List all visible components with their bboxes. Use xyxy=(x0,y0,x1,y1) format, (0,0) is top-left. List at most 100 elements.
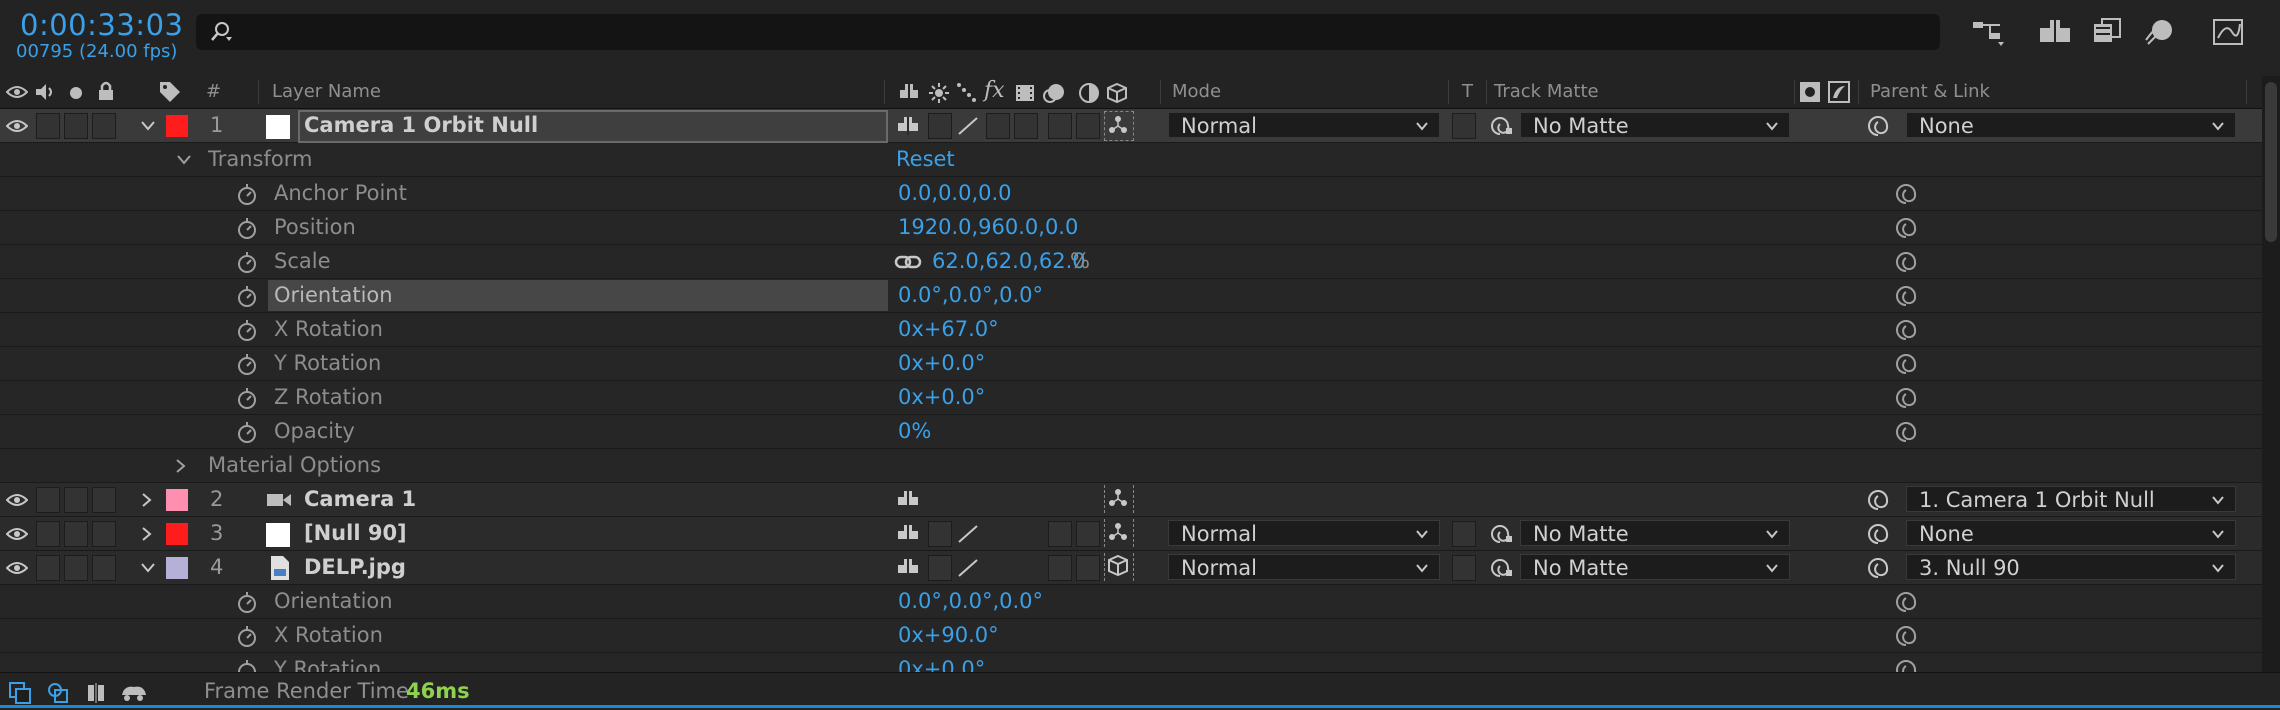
visibility-eye-icon[interactable] xyxy=(6,524,28,544)
property-value[interactable]: 1920.0,960.0,0.0 xyxy=(898,211,1078,244)
quality-switch-icon[interactable] xyxy=(956,523,980,545)
video-switch-header-icon[interactable] xyxy=(6,82,28,102)
property-row-x-rotation[interactable]: X Rotation 0x+67.0° xyxy=(0,313,2280,347)
layer-name[interactable]: Camera 1 xyxy=(304,483,416,516)
shy-switch-icon[interactable] xyxy=(896,489,920,511)
property-row-orientation[interactable]: Orientation 0.0°,0.0°,0.0° xyxy=(0,585,2280,619)
stopwatch-icon[interactable] xyxy=(236,420,258,444)
layer-row-2[interactable]: 2 Camera 1 1. Camera 1 Orbit Null xyxy=(0,483,2280,517)
scrollbar-thumb[interactable] xyxy=(2265,82,2277,242)
label-tag-header-icon[interactable] xyxy=(158,80,182,104)
twirl-collapsed-icon[interactable] xyxy=(140,492,154,508)
property-row-y-rotation[interactable]: Y Rotation 0x+0.0° xyxy=(0,347,2280,381)
stopwatch-icon[interactable] xyxy=(236,318,258,342)
search-field[interactable] xyxy=(196,14,1940,50)
render-time-toggle-icon[interactable] xyxy=(120,681,148,705)
blend-mode-dropdown[interactable]: Normal xyxy=(1168,520,1440,546)
track-matte-pickwhip-icon[interactable] xyxy=(1488,114,1514,138)
constrain-proportions-link-icon[interactable] xyxy=(894,253,922,271)
property-pickwhip-icon[interactable] xyxy=(1894,658,1918,672)
property-pickwhip-icon[interactable] xyxy=(1894,284,1918,308)
stopwatch-icon[interactable] xyxy=(236,216,258,240)
parent-pickwhip-icon[interactable] xyxy=(1866,522,1890,546)
stopwatch-icon[interactable] xyxy=(236,352,258,376)
property-pickwhip-icon[interactable] xyxy=(1894,420,1918,444)
material-options-row[interactable]: Material Options xyxy=(0,449,2280,483)
parent-pickwhip-icon[interactable] xyxy=(1866,114,1890,138)
twirl-expanded-icon[interactable] xyxy=(176,153,192,167)
property-value[interactable]: 0.0°,0.0°,0.0° xyxy=(898,585,1043,618)
header-track-matte[interactable]: Track Matte xyxy=(1494,81,1599,102)
layer-name[interactable]: DELP.jpg xyxy=(304,551,406,584)
property-value[interactable]: 0x+0.0° xyxy=(898,347,985,380)
stopwatch-icon[interactable] xyxy=(236,590,258,614)
property-pickwhip-icon[interactable] xyxy=(1894,352,1918,376)
label-color-swatch[interactable] xyxy=(166,557,188,579)
visibility-eye-icon[interactable] xyxy=(6,490,28,510)
header-layer-name[interactable]: Layer Name xyxy=(272,81,381,102)
audio-header-icon[interactable] xyxy=(34,82,56,102)
composition-flowchart-icon[interactable] xyxy=(1970,14,2008,50)
quality-switch-icon[interactable] xyxy=(956,557,980,579)
shy-switch-icon[interactable] xyxy=(896,115,920,137)
label-color-swatch[interactable] xyxy=(166,489,188,511)
property-pickwhip-icon[interactable] xyxy=(1894,386,1918,410)
property-value[interactable]: 0x+0.0° xyxy=(898,381,985,414)
quality-header-icon[interactable] xyxy=(956,82,978,104)
frame-blending-icon[interactable] xyxy=(2090,14,2128,50)
track-matte-dropdown[interactable]: No Matte xyxy=(1520,112,1790,138)
transform-reset-link[interactable]: Reset xyxy=(896,143,955,176)
property-value[interactable]: 0x+90.0° xyxy=(898,619,999,652)
header-preserve-transparency[interactable]: T xyxy=(1462,81,1473,102)
property-pickwhip-icon[interactable] xyxy=(1894,250,1918,274)
label-color-swatch[interactable] xyxy=(166,115,188,137)
twirl-expanded-icon[interactable] xyxy=(140,561,156,575)
collapse-header-icon[interactable] xyxy=(928,82,950,104)
solo-header-icon[interactable] xyxy=(70,87,82,99)
property-value[interactable]: 0x+0.0° xyxy=(898,653,985,672)
label-color-swatch[interactable] xyxy=(166,523,188,545)
3d-layer-switch[interactable] xyxy=(1104,111,1134,141)
layer-name[interactable]: Camera 1 Orbit Null xyxy=(304,109,538,142)
stopwatch-icon[interactable] xyxy=(236,624,258,648)
parent-pickwhip-icon[interactable] xyxy=(1866,556,1890,580)
matte-invert-header-icon[interactable] xyxy=(1828,81,1850,103)
property-row-z-rotation[interactable]: Z Rotation 0x+0.0° xyxy=(0,381,2280,415)
transform-group-row[interactable]: Transform Reset xyxy=(0,143,2280,177)
property-value[interactable]: 0% xyxy=(898,415,931,448)
property-row-position[interactable]: Position 1920.0,960.0,0.0 xyxy=(0,211,2280,245)
stopwatch-icon[interactable] xyxy=(236,386,258,410)
property-pickwhip-icon[interactable] xyxy=(1894,624,1918,648)
property-value[interactable]: 0.0,0.0,0.0 xyxy=(898,177,1012,210)
graph-editor-icon[interactable] xyxy=(2210,14,2248,50)
property-row-y-rotation[interactable]: Y Rotation 0x+0.0° xyxy=(0,653,2280,673)
property-value[interactable]: 0x+67.0° xyxy=(898,313,999,346)
blend-mode-dropdown[interactable]: Normal xyxy=(1168,554,1440,580)
vertical-scrollbar[interactable] xyxy=(2262,76,2280,672)
quality-switch-icon[interactable] xyxy=(956,115,980,137)
parent-dropdown[interactable]: 1. Camera 1 Orbit Null xyxy=(1906,486,2236,512)
property-pickwhip-icon[interactable] xyxy=(1894,216,1918,240)
transfer-controls-toggle-icon[interactable] xyxy=(46,681,70,705)
twirl-collapsed-icon[interactable] xyxy=(174,458,188,474)
lock-header-icon[interactable] xyxy=(96,80,116,102)
header-parent-link[interactable]: Parent & Link xyxy=(1870,81,1990,102)
property-row-anchor-point[interactable]: Anchor Point 0.0,0.0,0.0 xyxy=(0,177,2280,211)
draft-3d-icon[interactable] xyxy=(2036,14,2074,50)
shy-switch-icon[interactable] xyxy=(896,523,920,545)
layer-row-3[interactable]: 3 [Null 90] Normal No Matte None xyxy=(0,517,2280,551)
layer-row-4[interactable]: 4 DELP.jpg Normal No Matte 3. Null 90 xyxy=(0,551,2280,585)
stopwatch-icon[interactable] xyxy=(236,182,258,206)
twirl-collapsed-icon[interactable] xyxy=(140,526,154,542)
adjustment-header-icon[interactable] xyxy=(1078,82,1100,104)
layer-name[interactable]: [Null 90] xyxy=(304,517,407,550)
property-value[interactable]: 62.0,62.0,62.0 xyxy=(932,245,1086,278)
motion-blur-icon[interactable] xyxy=(2142,14,2180,50)
track-matte-dropdown[interactable]: No Matte xyxy=(1520,554,1790,580)
visibility-eye-icon[interactable] xyxy=(6,116,28,136)
property-row-x-rotation[interactable]: X Rotation 0x+90.0° xyxy=(0,619,2280,653)
in-out-toggle-icon[interactable] xyxy=(84,681,108,705)
stopwatch-icon[interactable] xyxy=(236,284,258,308)
parent-dropdown[interactable]: None xyxy=(1906,112,2236,138)
property-row-scale[interactable]: Scale 62.0,62.0,62.0 % xyxy=(0,245,2280,279)
